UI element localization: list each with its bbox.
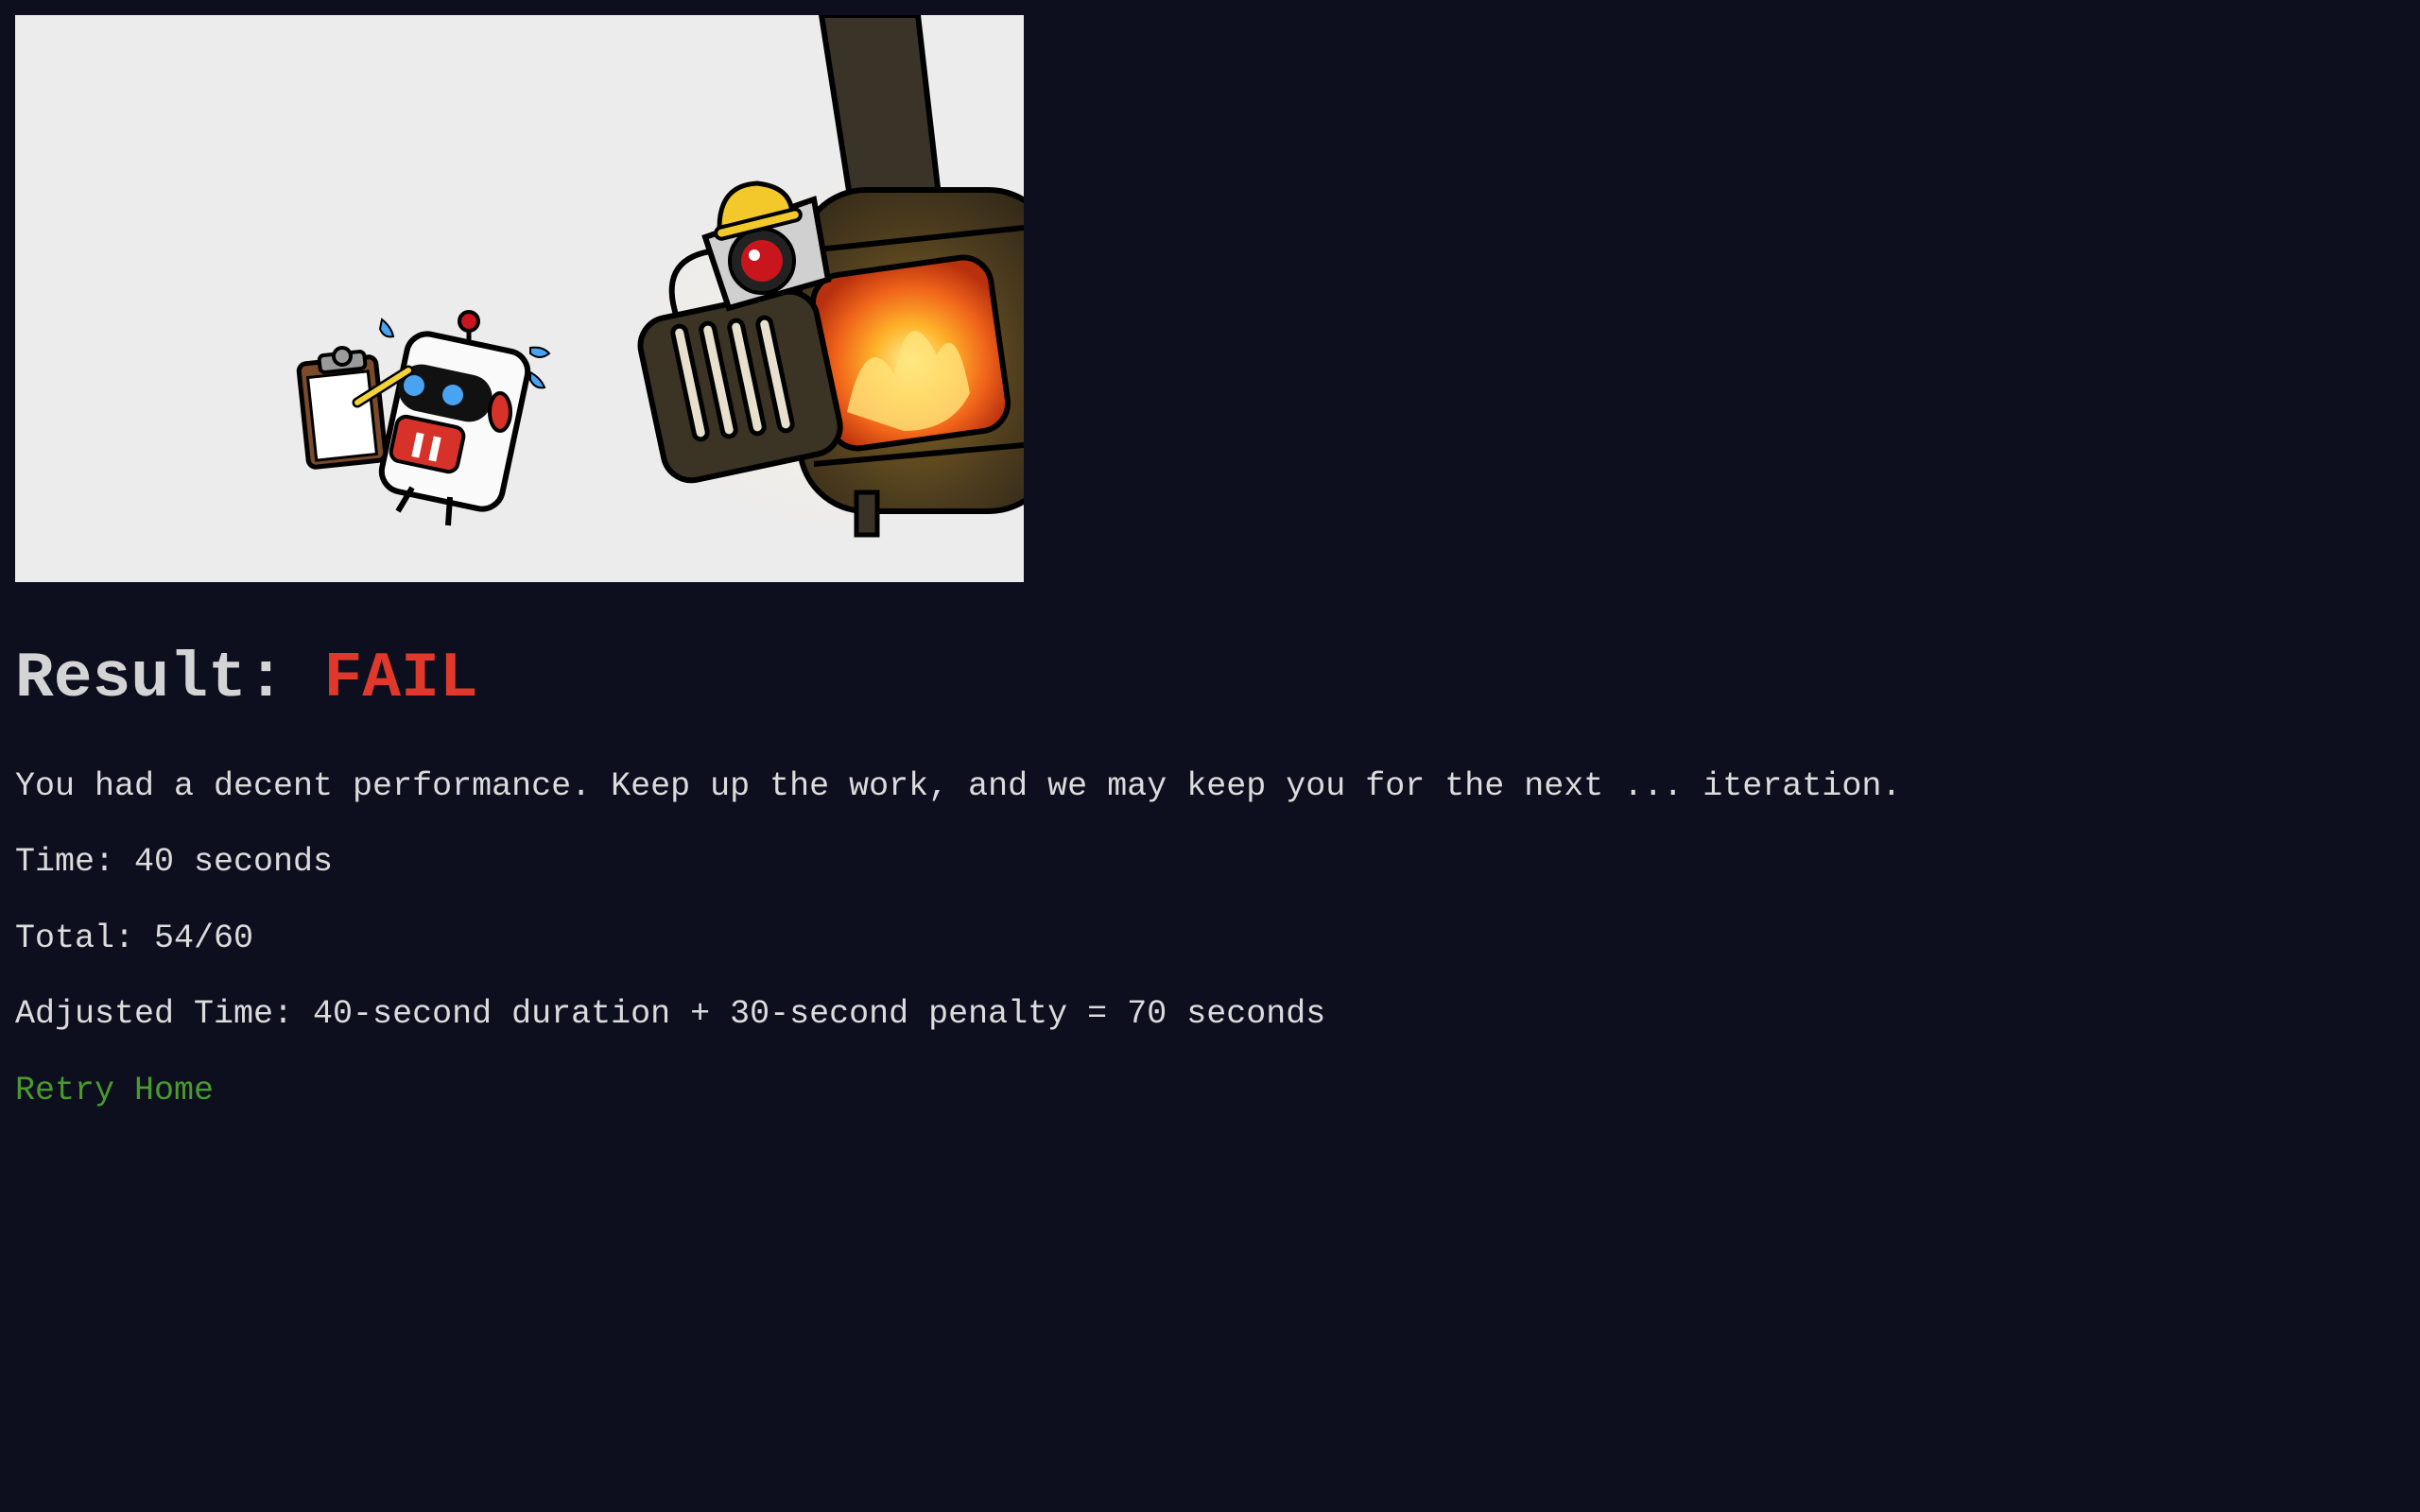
result-label: Result: xyxy=(15,643,285,715)
result-heading: Result: FAIL xyxy=(15,639,478,720)
action-links: Retry Home xyxy=(15,1070,214,1111)
result-status: FAIL xyxy=(323,643,478,715)
home-link[interactable]: Home xyxy=(134,1072,214,1109)
result-page: Result: FAIL You had a decent performanc… xyxy=(0,0,2420,1512)
retry-link[interactable]: Retry xyxy=(15,1072,114,1109)
result-illustration xyxy=(15,15,1024,582)
time-stat: Time: 40 seconds xyxy=(15,843,334,881)
performance-message: You had a decent performance. Keep up th… xyxy=(15,767,1902,805)
adjusted-time-stat: Adjusted Time: 40-second duration + 30-s… xyxy=(15,995,1326,1033)
total-stat: Total: 54/60 xyxy=(15,919,254,957)
